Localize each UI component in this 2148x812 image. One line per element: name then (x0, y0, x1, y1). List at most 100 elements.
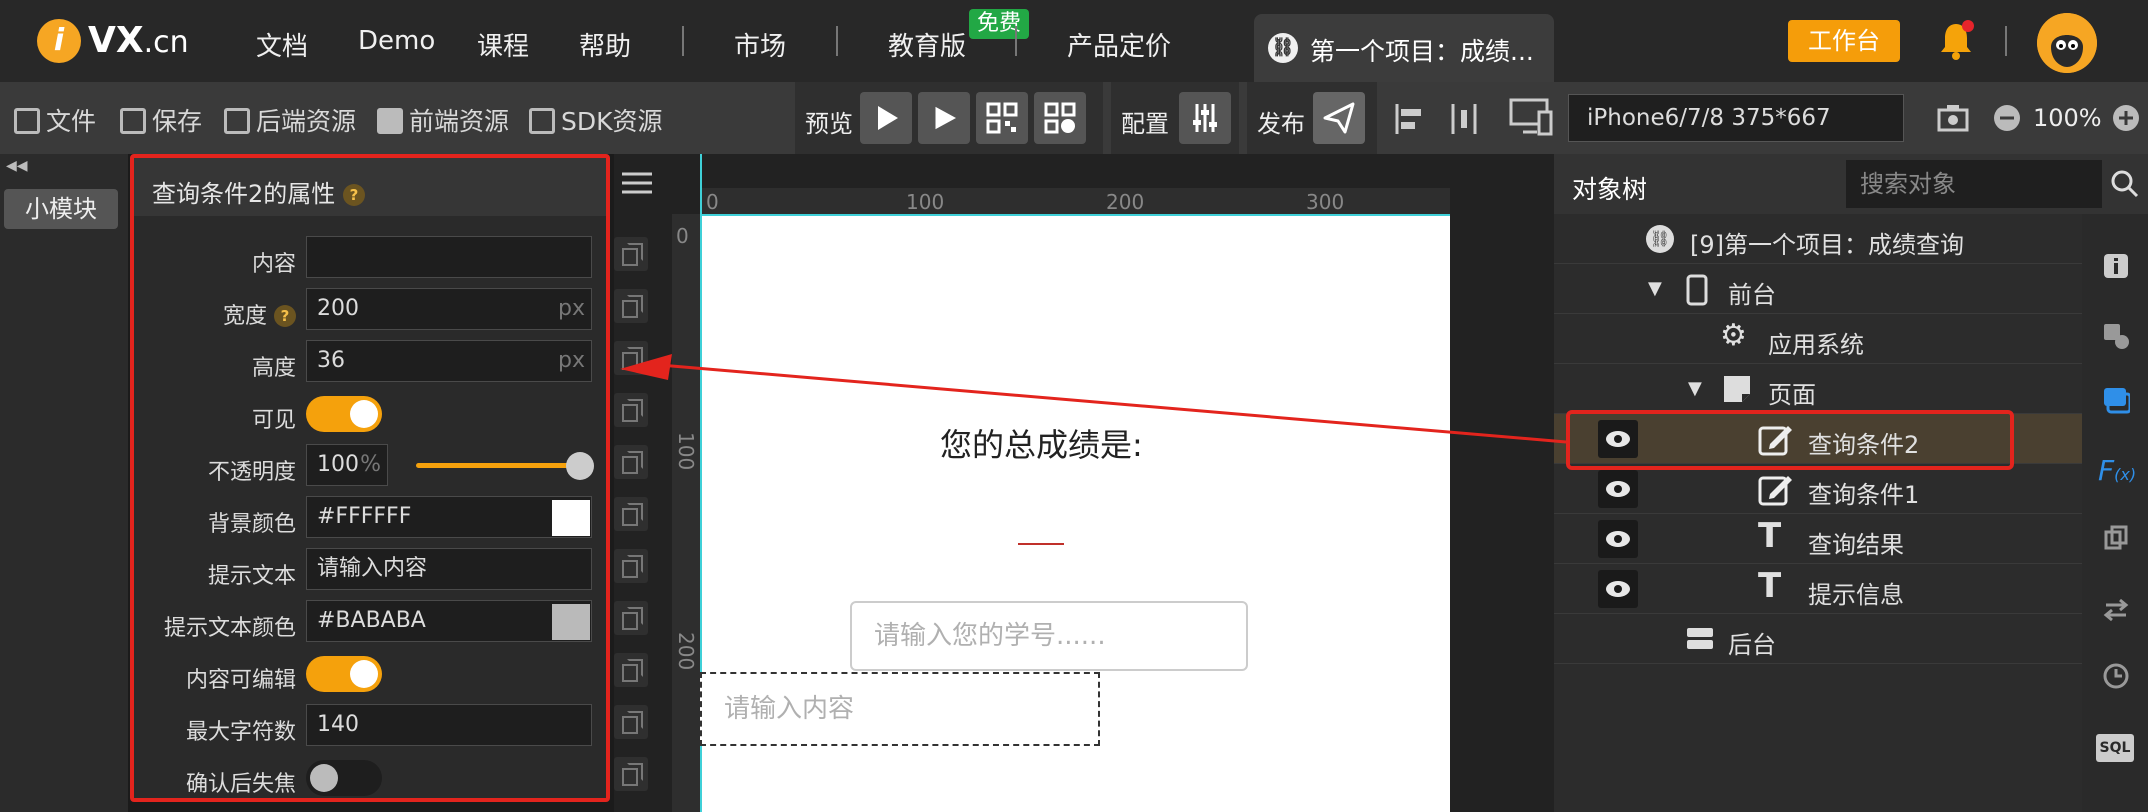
object-search-input[interactable]: 搜索对象 (1846, 160, 2102, 208)
student-id-input[interactable]: 请输入您的学号...... (850, 601, 1248, 671)
events-icon[interactable] (2102, 386, 2130, 414)
help-icon[interactable]: ? (342, 184, 365, 206)
workbench-button[interactable]: 工作台 (1788, 20, 1900, 62)
eye-icon[interactable] (1598, 470, 1638, 508)
height-input[interactable]: 36 px (306, 340, 592, 382)
copy-icon[interactable] (614, 757, 648, 791)
sql-icon[interactable]: SQL (2096, 734, 2134, 762)
logo-text[interactable]: VX.cn (88, 20, 189, 61)
backend-resources-button[interactable]: 后端资源 (224, 102, 356, 138)
opacity-input[interactable]: 100% (306, 444, 388, 486)
preview-label: 预览 (805, 110, 853, 138)
nav-pricing[interactable]: 产品定价 (1067, 26, 1171, 63)
text-icon: T (1758, 566, 1782, 606)
tree-item-label: [9]第一个项目：成绩查询 (1690, 231, 1964, 259)
content-input[interactable] (306, 236, 592, 278)
device-select[interactable]: iPhone6/7/8 375*667 (1568, 94, 1904, 142)
zoom-in-icon[interactable] (2112, 104, 2140, 132)
nav-education[interactable]: 教育版 (888, 26, 966, 63)
copy-icon[interactable] (614, 653, 648, 687)
opacity-slider-handle[interactable] (566, 452, 594, 480)
collapse-icon[interactable]: ◀◀ (6, 158, 28, 174)
query-condition2-input[interactable]: 请输入内容 (700, 672, 1100, 746)
copy-icon[interactable] (614, 549, 648, 583)
publish-label: 发布 (1257, 110, 1305, 138)
eye-icon[interactable] (1598, 570, 1638, 608)
ruler-label: 100 (674, 432, 698, 471)
width-input[interactable]: 200 px (306, 288, 592, 330)
copy-icon[interactable] (614, 445, 648, 479)
config-button[interactable] (1179, 92, 1231, 144)
info-icon[interactable] (2102, 252, 2130, 280)
ruler-label: 0 (676, 224, 689, 248)
publish-button[interactable] (1313, 92, 1365, 144)
sliders-icon (1193, 104, 1217, 132)
expand-arrow-icon[interactable]: ▼ (1688, 378, 1702, 399)
play-phone-button[interactable] (918, 92, 970, 144)
tree-item-backend[interactable]: 后台 (1554, 614, 2082, 664)
nav-docs[interactable]: 文档 (256, 26, 308, 63)
copy-panel-icon[interactable] (2102, 524, 2130, 552)
opacity-slider-track[interactable] (416, 463, 580, 468)
tree-item-query-result[interactable]: T 查询结果 (1554, 514, 2082, 564)
editable-toggle[interactable] (306, 656, 382, 692)
tree-item-app-system[interactable]: ⚙ 应用系统 (1554, 314, 2082, 364)
bg-color-input[interactable]: #FFFFFF (306, 496, 592, 538)
qrcode-button[interactable] (976, 92, 1028, 144)
device-icon[interactable] (1509, 96, 1555, 140)
swap-icon[interactable] (2102, 596, 2130, 624)
copy-icon[interactable] (614, 601, 648, 635)
project-tab[interactable]: ⛓ 第一个项目：成绩... (1254, 14, 1554, 82)
hint-color-swatch[interactable] (552, 604, 590, 640)
tree-item-label: 后台 (1728, 631, 1776, 659)
mini-program-qr-button[interactable] (1034, 92, 1086, 144)
screenshot-icon[interactable] (1936, 102, 1970, 134)
module-button[interactable]: 小模块 (4, 189, 118, 229)
help-icon[interactable]: ? (274, 305, 296, 327)
width-label-text: 宽度 (222, 304, 267, 329)
visible-toggle[interactable] (306, 396, 382, 432)
tree-item-page[interactable]: ▼ 页面 (1554, 364, 2082, 414)
copy-icon[interactable] (614, 705, 648, 739)
eye-icon[interactable] (1598, 520, 1638, 558)
bell-icon[interactable] (1938, 20, 1974, 60)
copy-icon[interactable] (614, 237, 648, 271)
file-menu[interactable]: 文件 (14, 102, 96, 138)
zoom-out-icon[interactable] (1993, 104, 2021, 132)
time-icon[interactable] (2102, 662, 2130, 690)
save-button[interactable]: 保存 (120, 102, 202, 138)
frontend-resources-button[interactable]: 前端资源 (377, 102, 509, 138)
tree-item-query-condition1[interactable]: 查询条件1 (1554, 464, 2082, 514)
blur-on-confirm-toggle[interactable] (306, 760, 382, 796)
align-left-icon[interactable] (1393, 102, 1427, 136)
result-text-placeholder[interactable] (1018, 543, 1064, 545)
gear-icon: ⚙ (1720, 318, 1747, 353)
function-icon[interactable]: F(x) (2098, 454, 2136, 487)
logo-icon[interactable]: i (37, 19, 81, 63)
menu-icon[interactable] (622, 171, 652, 195)
nav-demo[interactable]: Demo (358, 26, 435, 56)
hint-text-input[interactable]: 请输入内容 (306, 548, 592, 590)
tree-item-frontend[interactable]: ▼ 前台 (1554, 264, 2082, 314)
component-settings-icon[interactable] (2102, 322, 2130, 350)
tree-item-project[interactable]: ⛓ [9]第一个项目：成绩查询 (1554, 214, 2082, 264)
copy-icon[interactable] (614, 497, 648, 531)
nav-help[interactable]: 帮助 (579, 26, 631, 63)
search-icon[interactable] (2102, 160, 2148, 208)
sdk-resources-button[interactable]: SDK资源 (529, 102, 663, 138)
tree-item-hint-info[interactable]: T 提示信息 (1554, 564, 2082, 614)
max-length-input[interactable]: 140 (306, 704, 592, 746)
nav-market[interactable]: 市场 (734, 26, 786, 63)
copy-icon[interactable] (614, 341, 648, 375)
expand-arrow-icon[interactable]: ▼ (1648, 278, 1662, 299)
total-score-label[interactable]: 您的总成绩是: (940, 420, 1143, 466)
avatar[interactable] (2037, 13, 2097, 73)
copy-icon[interactable] (614, 289, 648, 323)
nav-courses[interactable]: 课程 (477, 26, 529, 63)
copy-icon[interactable] (614, 393, 648, 427)
tree-item-label: 前台 (1728, 281, 1776, 309)
bg-color-swatch[interactable] (552, 500, 590, 536)
play-button[interactable] (860, 92, 912, 144)
distribute-icon[interactable] (1447, 102, 1481, 136)
hint-color-input[interactable]: #BABABA (306, 600, 592, 642)
